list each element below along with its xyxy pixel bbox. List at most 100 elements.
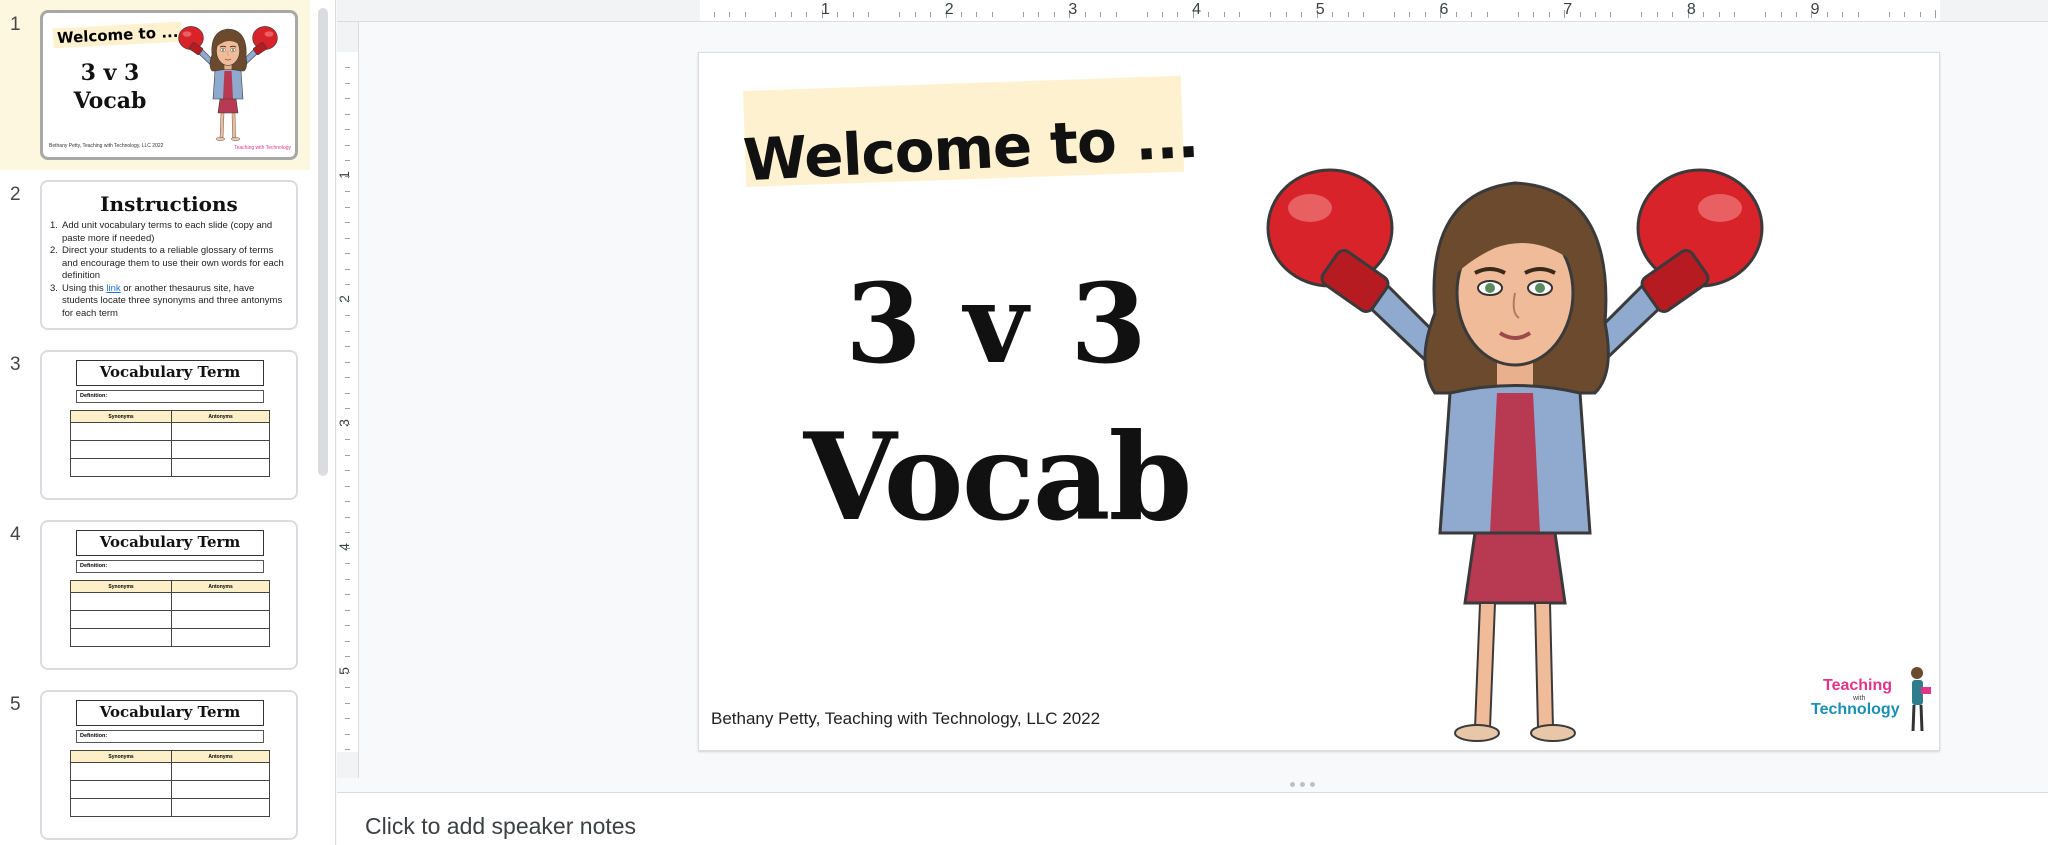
ruler-label: 2 [944, 1, 954, 18]
ruler-tick [345, 547, 350, 549]
filmstrip-row-5[interactable]: 5 Vocabulary Term Definition: Synonyms An… [0, 680, 310, 845]
ruler-label: 4 [1192, 1, 1201, 18]
ruler-tick [1393, 12, 1395, 17]
thumb-credit: Bethany Petty, Teaching with Technology,… [49, 143, 164, 149]
ruler-tick [345, 423, 350, 425]
ruler-tick [1594, 12, 1596, 17]
ruler-tick [1672, 12, 1674, 17]
synonyms-header: Synonyms [69, 580, 173, 593]
ruler-tick [345, 532, 350, 533]
slide-canvas[interactable]: Welcome to ... 3 v 3 Vocab Bethany Petty… [698, 52, 1940, 751]
ruler-tick [345, 470, 350, 471]
ruler-tick [899, 12, 901, 17]
bitmoji-figure-icon[interactable] [1235, 153, 1795, 743]
thumb-title: 3 v 3 Vocab [55, 59, 165, 115]
slide-thumbnail-4[interactable]: Vocabulary Term Definition: Synonyms Anto… [40, 520, 298, 670]
title-line-1[interactable]: 3 v 3 [767, 269, 1227, 379]
ruler-tick [976, 12, 978, 17]
ruler-tick [345, 408, 350, 409]
ruler-tick [345, 299, 350, 301]
ruler-tick [1718, 12, 1720, 17]
antonyms-header: Antonyms [171, 410, 270, 423]
ruler-tick [1826, 12, 1828, 17]
ruler-tick [1935, 10, 1937, 18]
filmstrip-row-3[interactable]: 3 Vocabulary Term Definition: Synonyms An… [0, 340, 310, 510]
slide-filmstrip[interactable]: 1 Welcome to ... 3 v 3 Vocab Bethany Pet… [0, 0, 336, 845]
antonyms-header: Antonyms [171, 580, 270, 593]
ruler-tick [345, 330, 350, 332]
ruler-tick [1100, 12, 1102, 17]
ruler-tick [1223, 12, 1225, 17]
ruler-tick [868, 12, 870, 17]
ruler-tick [1270, 12, 1272, 17]
ruler-tick [1610, 12, 1612, 17]
speaker-notes-placeholder[interactable]: Click to add speaker notes [365, 813, 636, 840]
ruler-tick [1332, 12, 1334, 17]
slide-thumbnail-1[interactable]: Welcome to ... 3 v 3 Vocab Bethany Petty… [40, 10, 298, 160]
ruler-tick [744, 12, 746, 17]
credit-text[interactable]: Bethany Petty, Teaching with Technology,… [711, 709, 1100, 729]
logo-technology-text: Technology [1811, 701, 1900, 718]
slide-number: 4 [10, 524, 21, 545]
ruler-tick [345, 268, 350, 270]
list-item: 1. Add unit vocabulary terms to each slid… [50, 220, 273, 244]
thumb-vocab-title: Vocabulary Term [76, 530, 264, 556]
synonyms-header: Synonyms [69, 410, 173, 423]
ruler-tick [790, 12, 792, 17]
ruler-tick [1162, 12, 1164, 17]
title-line-2[interactable]: Vocab [767, 418, 1227, 538]
ruler-tick [806, 12, 808, 17]
ruler-tick [713, 12, 715, 17]
ruler-tick [1765, 12, 1767, 17]
ruler-active-area [337, 52, 358, 752]
ruler-tick [1517, 12, 1519, 17]
ruler-tick [345, 563, 350, 564]
antonyms-header: Antonyms [171, 750, 270, 763]
slide-number: 2 [10, 184, 21, 205]
ruler-label: 6 [1439, 1, 1449, 18]
thesaurus-link[interactable]: link [106, 283, 120, 294]
filmstrip-row-4[interactable]: 4 Vocabulary Term Definition: Synonyms An… [0, 510, 310, 680]
teaching-with-technology-logo[interactable]: Teaching with Technology [1811, 665, 1933, 745]
ruler-tick [345, 113, 350, 115]
filmstrip-row-1[interactable]: 1 Welcome to ... 3 v 3 Vocab Bethany Pet… [0, 0, 310, 170]
ruler-tick [1579, 12, 1581, 17]
ruler-tick [1239, 12, 1241, 17]
ruler-label: 5 [1315, 1, 1325, 18]
ruler-tick [345, 175, 350, 177]
ruler-tick [1285, 12, 1287, 17]
vertical-ruler[interactable]: 12345 [336, 22, 359, 778]
thumb-syn-ant-table: Synonyms Antonyms [69, 750, 270, 817]
ruler-tick [1471, 12, 1473, 17]
ruler-tick [1795, 12, 1797, 17]
slide-thumbnail-5[interactable]: Vocabulary Term Definition: Synonyms Anto… [40, 690, 298, 840]
slide-thumbnail-2[interactable]: Instructions 1. Add unit vocabulary terms… [40, 180, 298, 330]
slide-thumbnail-3[interactable]: Vocabulary Term Definition: Synonyms Anto… [40, 350, 298, 500]
filmstrip-row-2[interactable]: 2 Instructions 1. Add unit vocabulary ter… [0, 170, 310, 340]
list-item: 3. Using this link or another thesaurus s… [50, 282, 283, 319]
ruler-tick [345, 361, 350, 363]
notes-resize-handle[interactable] [1290, 782, 1315, 787]
horizontal-ruler[interactable]: 1 2 3 4 5 6 7 8 9 [337, 0, 2048, 22]
thumb-syn-ant-table: Synonyms Antonyms [69, 410, 270, 477]
speaker-notes-panel[interactable]: Click to add speaker notes [337, 792, 2048, 845]
ruler-tick [1455, 12, 1457, 17]
ruler-tick [914, 12, 916, 17]
ruler-tick [345, 191, 350, 192]
synonyms-header: Synonyms [69, 750, 173, 763]
ruler-tick [837, 12, 839, 17]
ruler-tick [1641, 12, 1643, 17]
ruler-tick [991, 12, 993, 17]
thumb-definition-field: Definition: [76, 730, 264, 743]
ruler-tick [345, 315, 350, 316]
ruler-tick [1177, 12, 1179, 17]
filmstrip-scrollbar[interactable] [318, 8, 328, 476]
ruler-tick [345, 237, 350, 239]
ruler-tick [852, 12, 854, 17]
slide-number: 1 [10, 14, 21, 35]
ruler-tick [1038, 12, 1040, 17]
thumb-definition-field: Definition: [76, 390, 264, 403]
ruler-tick [345, 625, 350, 626]
ruler-tick [1548, 12, 1550, 17]
ruler-tick [1780, 12, 1782, 17]
